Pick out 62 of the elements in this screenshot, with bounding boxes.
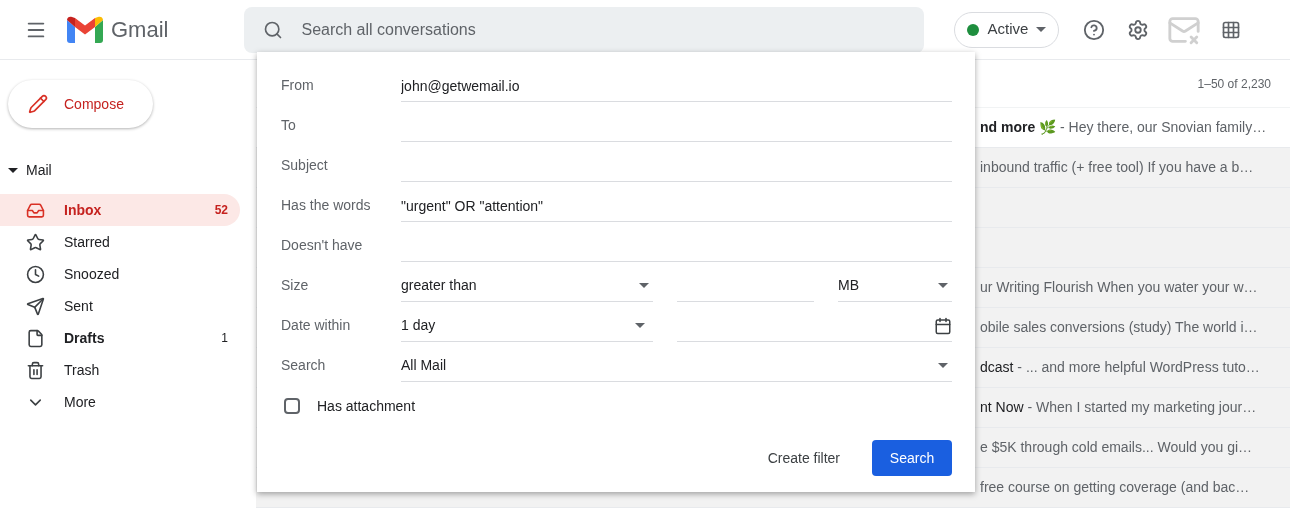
app-name: Gmail: [111, 16, 169, 44]
apps-icon[interactable]: [1221, 19, 1242, 40]
snippet-text: ur Writing Flourish When you water your w…: [980, 278, 1258, 297]
text-field[interactable]: john@getwemail.io: [401, 70, 952, 102]
caret-icon: [938, 363, 948, 368]
sidebar-item[interactable]: Starred: [0, 226, 240, 258]
calendar-icon[interactable]: [934, 316, 952, 335]
caret-icon: [1036, 27, 1047, 32]
field-label: Doesn't have: [281, 236, 364, 255]
sidebar-item[interactable]: Snoozed: [0, 258, 240, 290]
compose-button[interactable]: Compose: [8, 80, 153, 128]
field-label: Date within: [281, 316, 352, 335]
size-operator-dropdown[interactable]: greater than: [401, 270, 653, 302]
pencil-icon: [28, 94, 48, 114]
send-icon: [26, 296, 45, 316]
create-filter-button[interactable]: Create filter: [759, 440, 848, 476]
field-label: From: [281, 76, 315, 95]
snippet-text: - Hey there, our Snovian family…: [1059, 118, 1267, 137]
document-icon: [26, 328, 45, 348]
caret-icon: [639, 283, 649, 288]
help-icon[interactable]: [1083, 18, 1106, 41]
search-button[interactable]: Search: [872, 440, 952, 476]
field-label: Subject: [281, 156, 329, 175]
clock-icon: [26, 264, 45, 284]
date-range-dropdown[interactable]: 1 day: [401, 310, 653, 342]
sidebar-item[interactable]: More: [0, 386, 240, 418]
field-label: Size: [281, 276, 310, 295]
sidebar-item[interactable]: Trash: [0, 354, 240, 386]
star-icon: [26, 232, 45, 252]
snippet-text: - When I started my marketing jour…: [1026, 398, 1257, 417]
field-label: Search: [281, 356, 327, 375]
sidebar-item[interactable]: Drafts 1: [0, 322, 240, 354]
snippet-text: free course on getting coverage (and bac…: [980, 478, 1250, 497]
checkbox[interactable]: [284, 398, 300, 414]
subject-text: nd more 🌿: [980, 118, 1057, 137]
search-scope-dropdown[interactable]: All Mail: [401, 350, 952, 382]
collapse-caret-icon[interactable]: [8, 167, 18, 173]
caret-icon: [938, 283, 948, 288]
sidebar-item[interactable]: Inbox 52: [0, 194, 240, 226]
field-label: To: [281, 116, 297, 135]
search-field[interactable]: Search all conversations: [244, 6, 925, 53]
subject-text: nt Now: [980, 398, 1024, 417]
caret-icon: [635, 323, 645, 328]
pagination-label: 1–50 of 2,230: [1197, 75, 1271, 93]
field-label: Has the words: [281, 196, 372, 215]
settings-icon[interactable]: [1127, 18, 1150, 41]
search-icon[interactable]: [263, 19, 284, 40]
inbox-icon: [26, 200, 45, 220]
item-count: 52: [214, 202, 228, 219]
sidebar-item[interactable]: Sent: [0, 290, 240, 322]
snippet-text: inbound traffic (+ free tool) If you have a b…: [980, 158, 1254, 177]
subject-text: dcast: [980, 358, 1014, 377]
trash-icon: [26, 360, 45, 380]
checkbox-label: Has attachment: [317, 396, 416, 416]
text-field[interactable]: "urgent" OR "attention": [401, 190, 952, 222]
snippet-text: - ... and more helpful WordPress tuto…: [1016, 358, 1260, 377]
logo-icon: [67, 15, 103, 44]
snippet-text: e $5K through cold emails... Would you gi…: [980, 438, 1253, 457]
size-unit-dropdown[interactable]: MB: [838, 270, 952, 302]
item-count: 1: [221, 330, 228, 347]
section-title: Mail: [26, 160, 52, 180]
snippet-text: obile sales conversions (study) The world i…: [980, 318, 1258, 337]
